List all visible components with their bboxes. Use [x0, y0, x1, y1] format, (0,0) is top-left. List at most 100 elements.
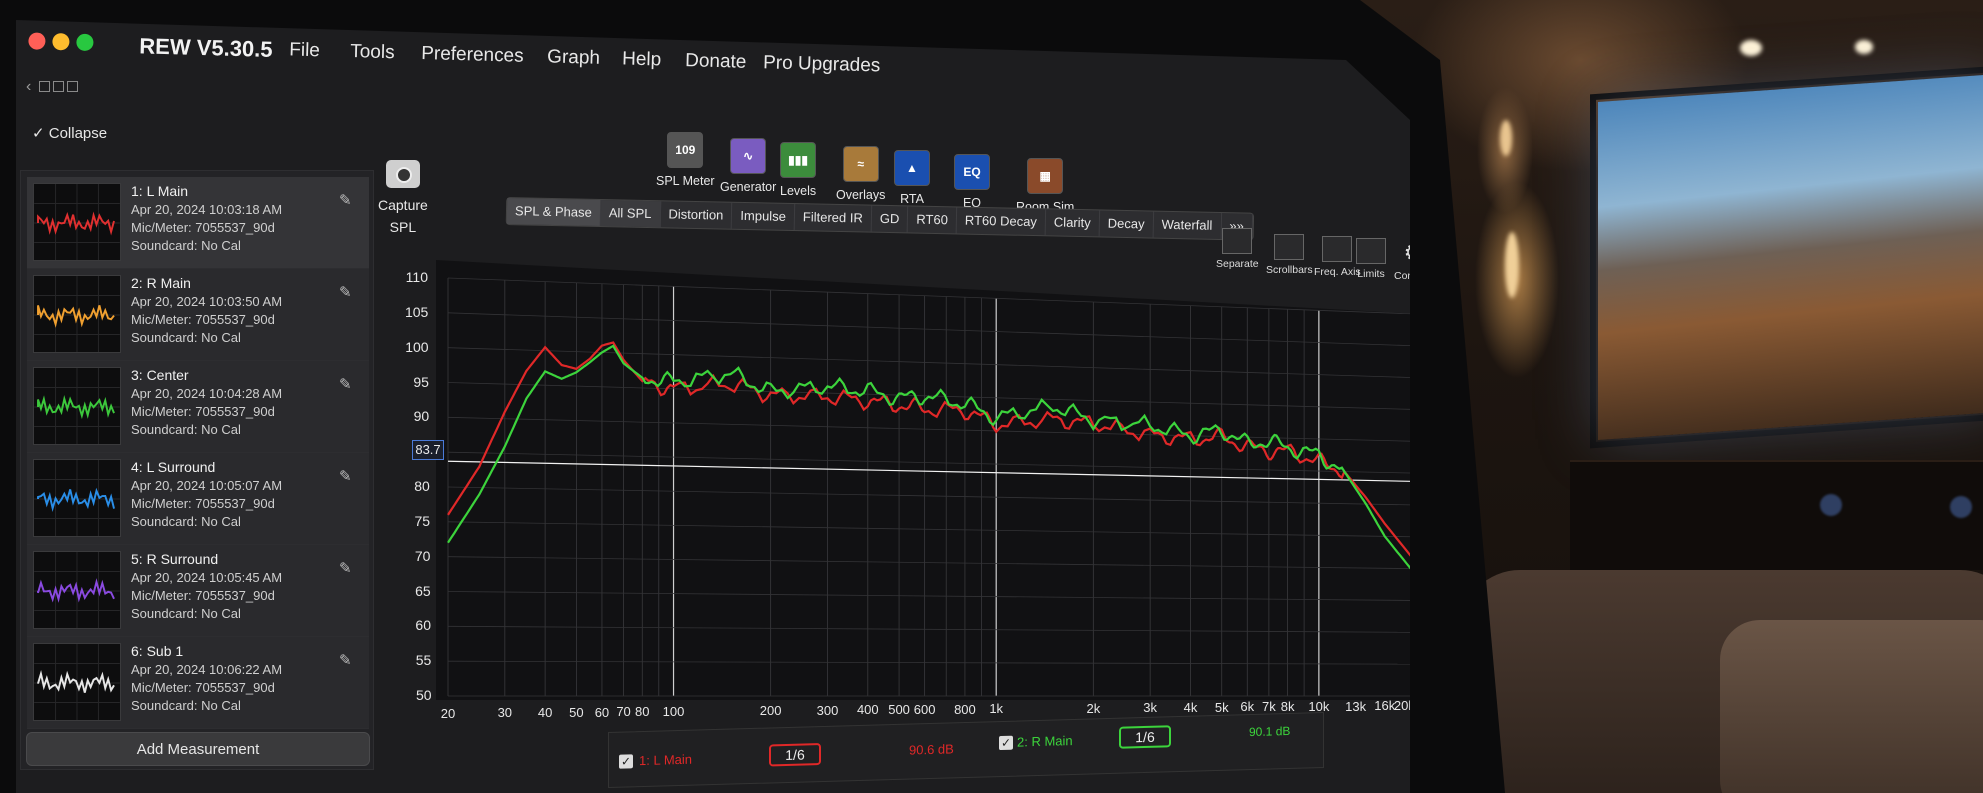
checkmark-icon: ✓ [32, 125, 49, 142]
wall-sconce [1505, 232, 1519, 298]
app-window: REW V5.30.5 File Tools Preferences Graph… [16, 20, 1410, 793]
menu-tools[interactable]: Tools [350, 41, 395, 64]
x-tick-label: 1k [989, 701, 1004, 717]
measurement-item[interactable]: 5: R Surround Apr 20, 2024 10:05:45 AM Mic… [27, 545, 369, 637]
eq-button[interactable]: EQ EQ [954, 154, 990, 210]
smoothing-r-main[interactable]: 1/6 [1119, 725, 1171, 749]
tab-clarity[interactable]: Clarity [1045, 209, 1100, 237]
menu-donate[interactable]: Donate [685, 50, 747, 74]
measurement-thumbnail [33, 643, 121, 721]
capture-spl-button[interactable]: Capture SPL [378, 160, 428, 238]
spl-chart-svg[interactable] [436, 260, 1420, 700]
cursor-level-readout[interactable]: 83.7 [412, 440, 444, 460]
grid-horizontal [447, 591, 1410, 601]
levels-icon: ▮▮▮ [780, 142, 817, 178]
smoothing-l-main[interactable]: 1/6 [769, 743, 821, 767]
pencil-icon[interactable]: ✎ [339, 283, 355, 301]
close-window-button[interactable] [28, 32, 46, 50]
window-layout-icon[interactable] [38, 81, 50, 93]
rta-button[interactable]: ▲ RTA [894, 150, 930, 206]
separate-button[interactable]: Separate [1216, 228, 1259, 270]
y-tick-label: 70 [414, 547, 431, 564]
app-title: REW V5.30.5 [139, 33, 273, 62]
tab-gd[interactable]: GD [871, 205, 909, 233]
measurement-item[interactable]: 1: L Main Apr 20, 2024 10:03:18 AM Mic/Met… [27, 177, 369, 269]
menu-help[interactable]: Help [622, 48, 662, 71]
pencil-icon[interactable]: ✎ [339, 467, 355, 485]
window-layout-icon[interactable] [66, 81, 78, 93]
x-tick-label: 30 [497, 705, 513, 721]
menu-file[interactable]: File [289, 39, 320, 62]
scrollbars-button[interactable]: Scrollbars [1266, 234, 1313, 276]
pencil-icon[interactable]: ✎ [339, 375, 355, 393]
measurement-info: 2: R Main Apr 20, 2024 10:03:50 AM Mic/Met… [131, 273, 282, 347]
levels-button[interactable]: ▮▮▮ Levels [780, 142, 816, 198]
tab-distortion[interactable]: Distortion [660, 201, 733, 229]
pencil-icon[interactable]: ✎ [339, 559, 355, 577]
limits-button[interactable]: Limits [1356, 238, 1386, 280]
menu-preferences[interactable]: Preferences [421, 43, 524, 68]
window-layout-icon[interactable] [52, 81, 64, 93]
tab-decay[interactable]: Decay [1099, 210, 1154, 238]
measurement-card: Soundcard: No Cal [131, 238, 241, 253]
overlays-icon: ≈ [842, 146, 879, 182]
tab-waterfall[interactable]: Waterfall [1153, 211, 1222, 239]
spl-meter-button[interactable]: 109 SPL Meter [656, 132, 715, 188]
tool-label: RTA [900, 192, 924, 206]
measurement-name: 2: R Main [131, 275, 191, 291]
room-sim-button[interactable]: ▦ Room Sim [1016, 158, 1074, 214]
add-measurement-button[interactable]: Add Measurement [26, 732, 370, 766]
menu-pro-upgrades[interactable]: Pro Upgrades [763, 52, 881, 77]
pencil-icon[interactable]: ✎ [339, 651, 355, 669]
y-tick-label: 50 [416, 687, 432, 703]
measurement-item[interactable]: 6: Sub 1 Apr 20, 2024 10:06:22 AM Mic/Mete… [27, 637, 369, 729]
measurement-mic: Mic/Meter: 7055537_90d [131, 404, 275, 419]
legend-checkbox-r-main[interactable]: ✓ [999, 735, 1013, 751]
control-label: Scrollbars [1266, 264, 1313, 276]
x-tick-label: 50 [569, 704, 584, 720]
minimize-window-button[interactable] [52, 32, 70, 51]
measurements-panel: 1: L Main Apr 20, 2024 10:03:18 AM Mic/Met… [20, 170, 374, 770]
grid-horizontal [447, 277, 1410, 315]
measurement-name: 6: Sub 1 [131, 643, 184, 659]
tab-rt60-decay[interactable]: RT60 Decay [956, 207, 1047, 236]
zoom-window-button[interactable] [76, 33, 94, 52]
chevron-left-icon[interactable]: ‹ [26, 78, 31, 95]
tab-filtered-ir[interactable]: Filtered IR [794, 204, 873, 232]
measurement-item[interactable]: 2: R Main Apr 20, 2024 10:03:50 AM Mic/Met… [27, 269, 369, 361]
tool-label: Levels [780, 184, 817, 198]
menu-graph[interactable]: Graph [547, 46, 600, 69]
x-tick-label: 100 [662, 704, 685, 720]
tab-spl-phase[interactable]: SPL & Phase [506, 198, 602, 226]
legend-checkbox-l-main[interactable]: ✓ [619, 754, 633, 769]
tab-impulse[interactable]: Impulse [732, 202, 796, 231]
grid-horizontal [447, 486, 1410, 506]
limits-icon [1356, 238, 1386, 264]
spl-graph[interactable] [436, 260, 1420, 700]
controls-button[interactable]: ⚙ Controls [1394, 240, 1410, 282]
overlays-button[interactable]: ≈ Overlays [836, 146, 885, 202]
y-tick-label: 90 [413, 408, 430, 425]
measurement-info: 3: Center Apr 20, 2024 10:04:28 AM Mic/Met… [131, 365, 282, 439]
measurement-item[interactable]: 4: L Surround Apr 20, 2024 10:05:07 AM Mic… [27, 453, 369, 545]
y-tick-label: 100 [405, 338, 429, 355]
measurement-card: Soundcard: No Cal [131, 698, 241, 713]
measurement-thumbnail [33, 275, 121, 353]
measurement-thumbnail [33, 551, 121, 629]
measurement-mic: Mic/Meter: 7055537_90d [131, 680, 275, 695]
collapse-toggle[interactable]: ✓ Collapse [32, 124, 107, 142]
measurement-item[interactable]: 3: Center Apr 20, 2024 10:04:28 AM Mic/Met… [27, 361, 369, 453]
generator-button[interactable]: ∿ Generator [720, 138, 776, 194]
tool-label: Overlays [836, 188, 886, 202]
tab-all-spl[interactable]: All SPL [600, 199, 661, 228]
y-tick-label: 95 [413, 373, 429, 390]
graph-tabs: SPL & Phase All SPL Distortion Impulse Filte… [505, 197, 1255, 241]
tab-rt60[interactable]: RT60 [908, 206, 958, 234]
camera-icon [385, 160, 420, 188]
pencil-icon[interactable]: ✎ [339, 191, 355, 209]
grid-horizontal [447, 347, 1410, 379]
freq-axis-button[interactable]: Freq. Axis [1314, 236, 1361, 278]
x-tick-label: 300 [816, 702, 839, 718]
room-sim-icon: ▦ [1027, 158, 1064, 194]
x-tick-label: 500 [888, 702, 910, 718]
